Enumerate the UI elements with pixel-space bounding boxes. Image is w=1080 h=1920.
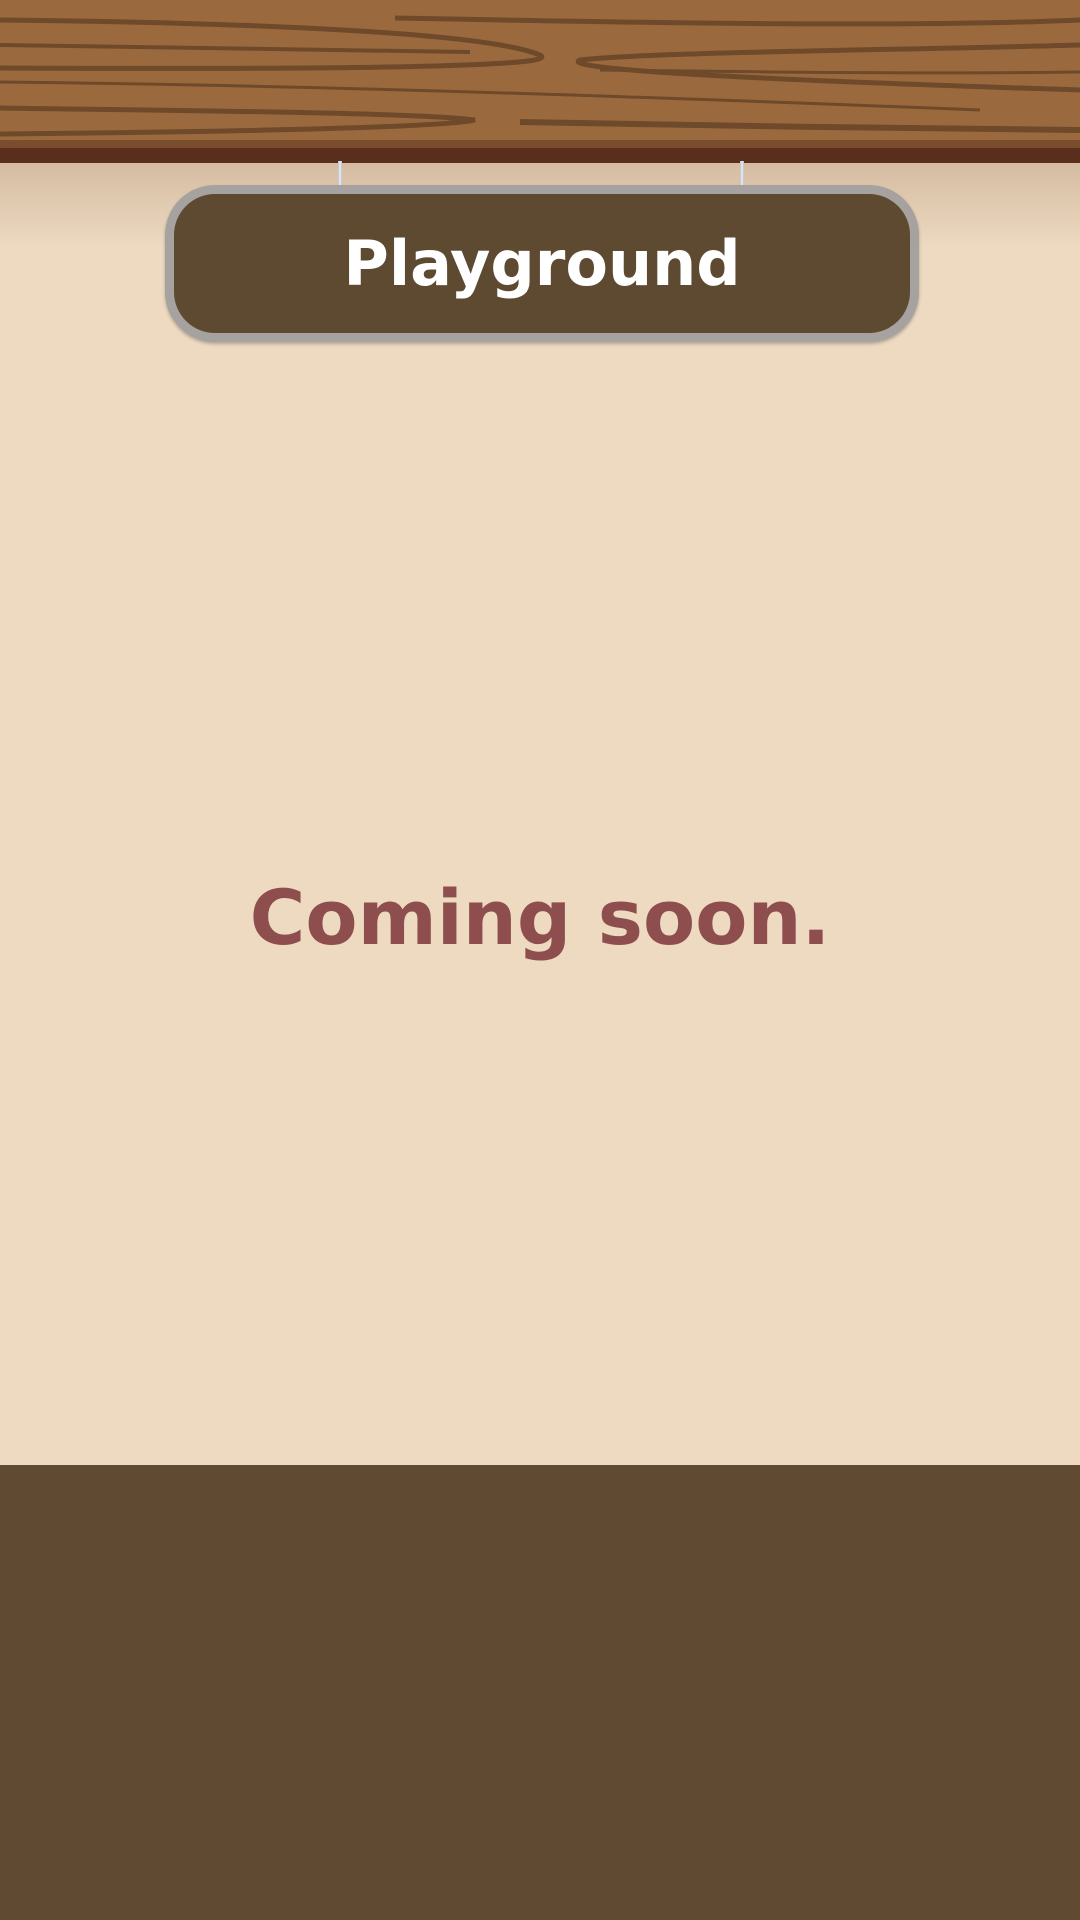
sign-chain-right	[740, 161, 744, 187]
wooden-plank-header	[0, 0, 1080, 163]
coming-soon-message: Coming soon.	[249, 873, 831, 962]
title-sign: Playground	[165, 185, 919, 342]
sign-chain-left	[338, 161, 342, 187]
wood-grain-graphic	[0, 0, 1080, 163]
footer-panel	[0, 1465, 1080, 1920]
page-title: Playground	[343, 226, 741, 300]
